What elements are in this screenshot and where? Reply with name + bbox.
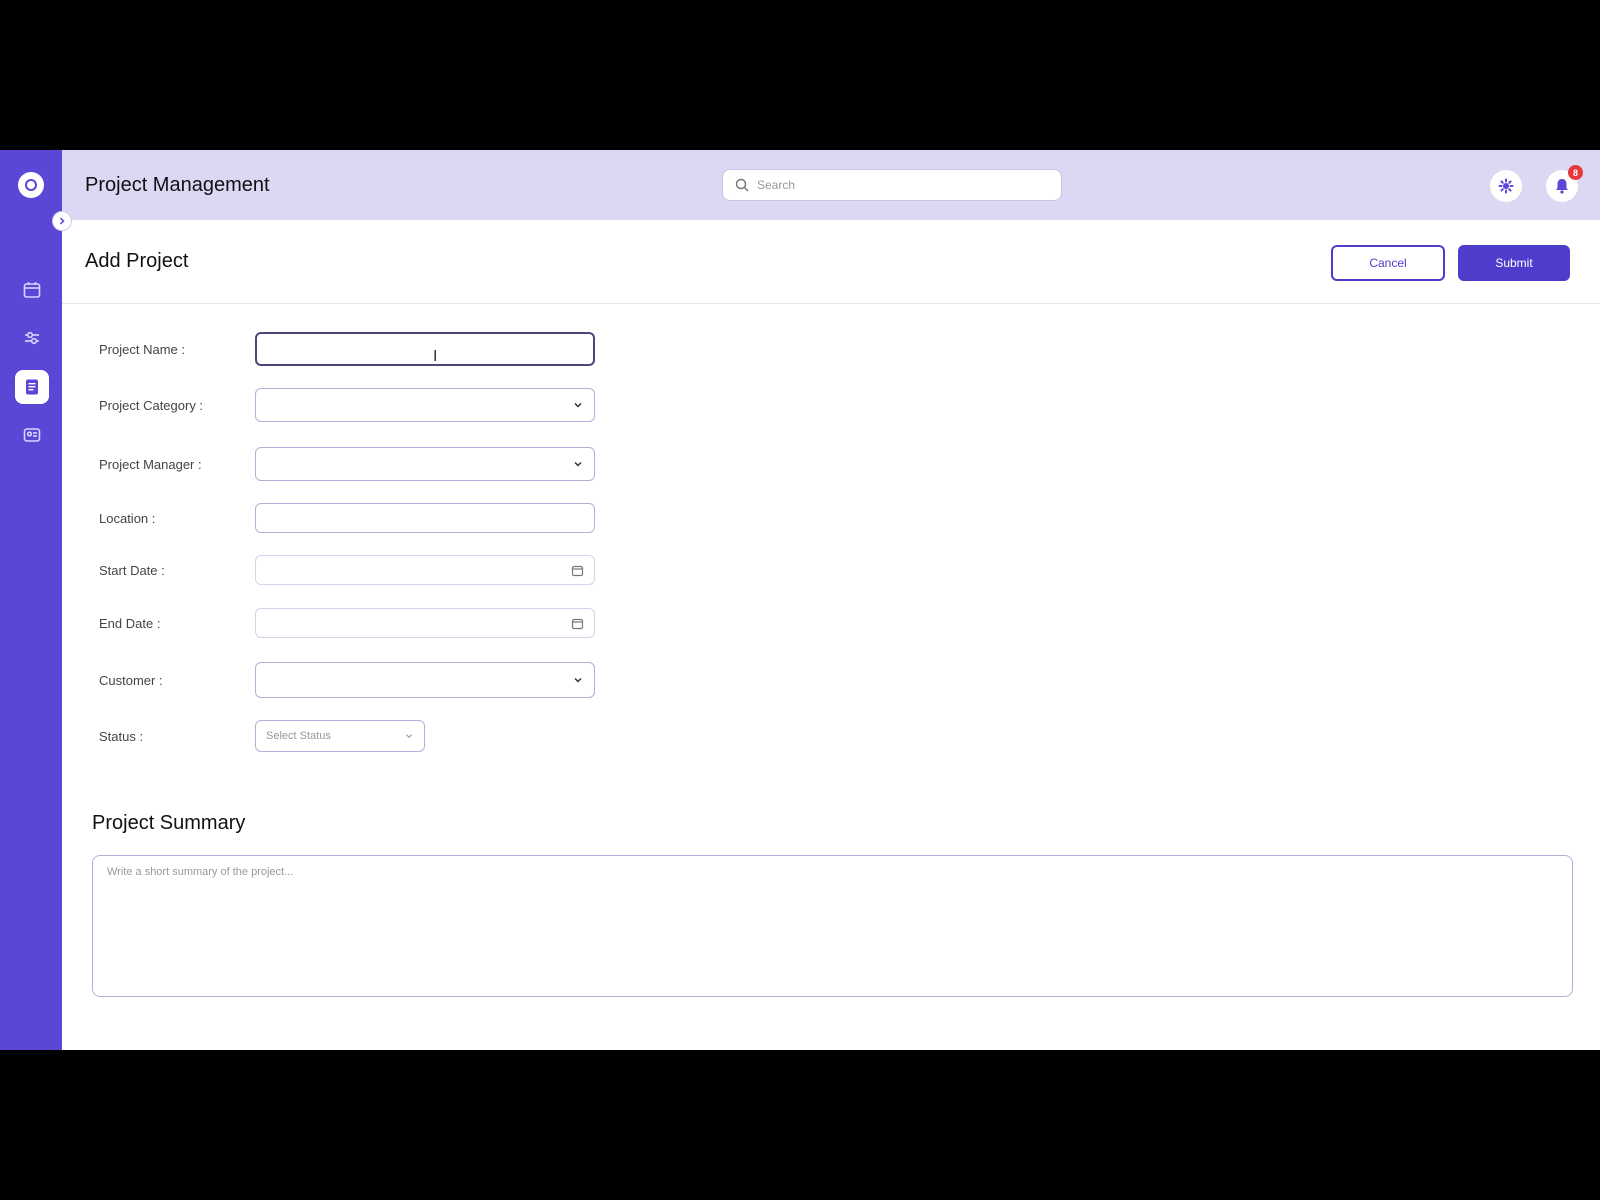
project-category-row: Project Category : (99, 388, 595, 422)
project-category-select[interactable] (255, 388, 595, 422)
id-card-icon (23, 428, 41, 442)
project-manager-label: Project Manager : (99, 456, 202, 472)
project-summary-field[interactable] (92, 855, 1573, 997)
cancel-button[interactable]: Cancel (1331, 245, 1445, 281)
location-field[interactable] (255, 503, 595, 533)
sidebar-item-projects[interactable] (15, 370, 49, 404)
logo-icon[interactable] (18, 172, 44, 198)
notifications-button[interactable]: 8 (1546, 165, 1583, 202)
project-name-label: Project Name : (99, 341, 185, 357)
notification-badge: 8 (1568, 165, 1583, 180)
app-window: Project Management 8 Add Project Cancel … (0, 150, 1600, 1050)
end-date-field[interactable] (255, 608, 595, 638)
status-label: Status : (99, 728, 144, 744)
page-title: Add Project (85, 250, 189, 272)
customer-row: Customer : (99, 662, 595, 698)
chevron-down-icon (574, 402, 582, 408)
status-select-value: Select Status (266, 730, 331, 742)
top-header: Project Management 8 (62, 150, 1600, 220)
gear-icon (1498, 178, 1514, 194)
sidebar-item-calendar[interactable] (15, 273, 49, 307)
search-icon (735, 178, 749, 192)
location-label: Location : (99, 510, 156, 526)
calendar-icon (23, 282, 41, 298)
start-date-label: Start Date : (99, 562, 165, 578)
settings-button[interactable] (1490, 170, 1522, 202)
calendar-icon[interactable] (571, 617, 584, 630)
status-row: Status : Select Status (99, 720, 425, 752)
project-name-row: Project Name : (99, 332, 595, 366)
project-category-label: Project Category : (99, 397, 204, 413)
bell-icon (1556, 179, 1568, 194)
project-manager-row: Project Manager : (99, 447, 595, 481)
submit-button[interactable]: Submit (1458, 245, 1570, 281)
document-icon (26, 379, 38, 395)
chevron-down-icon (574, 677, 582, 683)
customer-label: Customer : (99, 672, 163, 688)
text-cursor-icon: I (433, 348, 438, 365)
project-name-input[interactable] (267, 341, 557, 357)
project-summary-title: Project Summary (92, 812, 246, 834)
sidebar-toggle-button[interactable] (52, 211, 72, 231)
end-date-row: End Date : (99, 608, 595, 638)
page-toolbar: Add Project Cancel Submit (62, 220, 1600, 304)
location-row: Location : (99, 503, 595, 533)
app-title: Project Management (85, 174, 270, 196)
status-select[interactable]: Select Status (255, 720, 425, 752)
sidebar-item-contacts[interactable] (15, 418, 49, 452)
calendar-icon[interactable] (571, 564, 584, 577)
chevron-down-icon (406, 734, 412, 739)
start-date-field[interactable] (255, 555, 595, 585)
project-name-field[interactable] (255, 332, 595, 366)
chevron-down-icon (574, 461, 582, 467)
location-input[interactable] (266, 510, 556, 526)
sliders-icon (25, 331, 39, 345)
sidebar (0, 150, 62, 1050)
search-input[interactable] (757, 178, 1037, 192)
start-date-input[interactable] (266, 562, 556, 578)
sidebar-item-filters[interactable] (15, 321, 49, 355)
chevron-right-icon (59, 217, 65, 225)
project-manager-select[interactable] (255, 447, 595, 481)
end-date-label: End Date : (99, 615, 161, 631)
search-bar[interactable] (722, 169, 1062, 201)
customer-select[interactable] (255, 662, 595, 698)
end-date-input[interactable] (266, 615, 556, 631)
project-summary-textarea[interactable] (107, 866, 1558, 986)
start-date-row: Start Date : (99, 555, 595, 585)
